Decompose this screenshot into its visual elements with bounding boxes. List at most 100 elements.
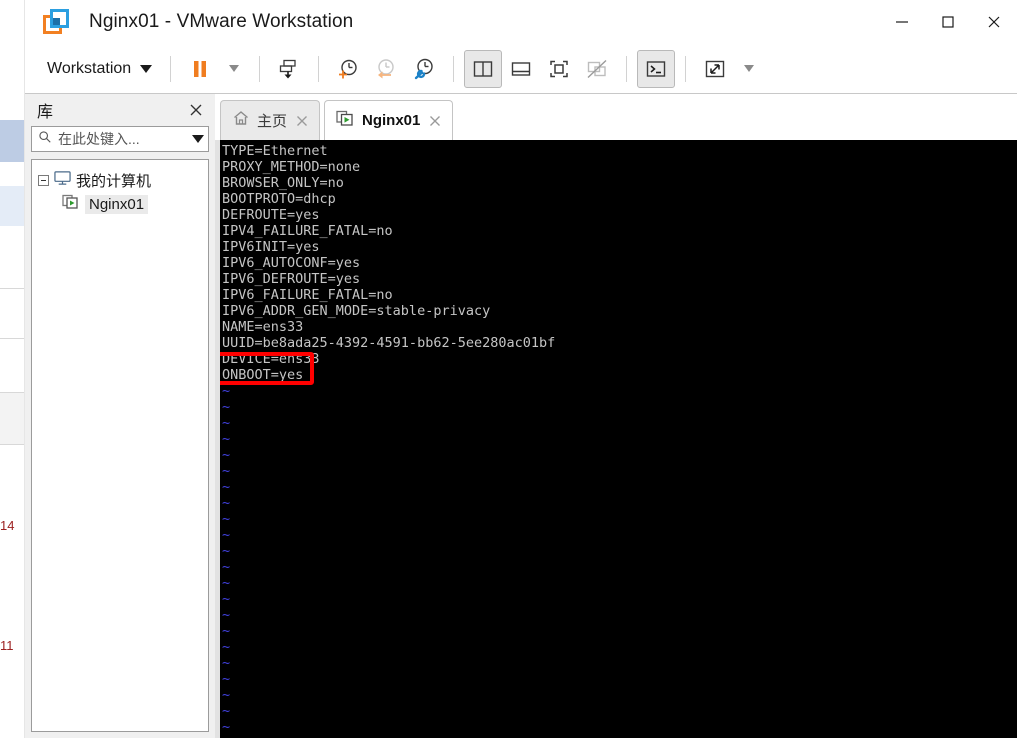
- terminal-line: UUID=be8ada25-4392-4591-bb62-5ee280ac01b…: [222, 335, 556, 351]
- power-options-button[interactable]: [270, 50, 308, 88]
- terminal-empty-line-marker: ~: [222, 511, 231, 527]
- tree-item-label: 我的计算机: [76, 172, 152, 190]
- vmware-workstation-window: Nginx01 - VMware Workstation Workstation: [24, 0, 1017, 738]
- suspend-dropdown-button[interactable]: [219, 50, 249, 88]
- workstation-menu-label: Workstation: [47, 59, 132, 77]
- terminal-empty-line-marker: ~: [222, 543, 231, 559]
- stretch-guest-button[interactable]: [696, 50, 734, 88]
- terminal-empty-line-marker: ~: [222, 591, 231, 607]
- content-area: 库 在此处键入... 我的计算机 Nginx01 主页 Nginx01 TYPE…: [25, 94, 1017, 738]
- show-thumbnails-button[interactable]: [502, 50, 540, 88]
- home-icon: [232, 109, 250, 132]
- background-red-number-2: 11: [0, 638, 14, 653]
- console-view-button[interactable]: [637, 49, 676, 88]
- background-divider: [0, 444, 24, 445]
- library-close-button[interactable]: [187, 101, 205, 119]
- page-title: Nginx01 - VMware Workstation: [89, 11, 354, 32]
- background-divider: [0, 338, 24, 339]
- terminal-empty-line-marker: ~: [222, 559, 231, 575]
- background-red-number-1: 14: [0, 518, 15, 533]
- terminal-line: NAME=ens33: [222, 319, 304, 335]
- terminal-empty-line-marker: ~: [222, 687, 231, 703]
- toolbar-separator: [318, 55, 320, 82]
- tab-nginx01[interactable]: Nginx01: [324, 100, 454, 140]
- library-header: 库: [31, 94, 209, 126]
- terminal-line: IPV6_FAILURE_FATAL=no: [222, 287, 393, 303]
- tab-close-button[interactable]: [427, 113, 442, 128]
- terminal-line: IPV6INIT=yes: [222, 239, 320, 255]
- vmware-logo-icon: [43, 9, 69, 35]
- chevron-down-icon: [140, 64, 153, 73]
- tree-item-label: Nginx01: [85, 194, 149, 214]
- stretch-dropdown-button[interactable]: [734, 50, 764, 88]
- search-input[interactable]: 在此处键入...: [31, 126, 209, 152]
- terminal-line: DEVICE=ens33: [222, 351, 320, 367]
- tree-item-my-computer[interactable]: 我的计算机: [36, 168, 204, 192]
- tab-close-button[interactable]: [294, 113, 309, 128]
- terminal-empty-line-marker: ~: [222, 431, 231, 447]
- terminal-empty-line-marker: ~: [222, 671, 231, 687]
- terminal-text: TYPE=Ethernet PROXY_METHOD=none BROWSER_ON…: [222, 143, 1017, 735]
- library-tree: 我的计算机 Nginx01: [31, 159, 209, 732]
- terminal-line: IPV4_FAILURE_FATAL=no: [222, 223, 393, 239]
- vm-pane: 主页 Nginx01 TYPE=Ethernet PROXY_METHOD=no…: [215, 94, 1017, 738]
- revert-snapshot-button[interactable]: [367, 50, 405, 88]
- terminal-empty-line-marker: ~: [222, 415, 231, 431]
- terminal-empty-line-marker: ~: [222, 607, 231, 623]
- suspend-button[interactable]: [181, 50, 219, 88]
- chevron-down-icon[interactable]: [192, 135, 204, 143]
- tab-strip: 主页 Nginx01: [215, 94, 1017, 140]
- terminal-empty-line-marker: ~: [222, 719, 231, 735]
- tab-label: Nginx01: [362, 112, 421, 129]
- fullscreen-button[interactable]: [540, 50, 578, 88]
- background-highlight-row: [0, 186, 24, 226]
- terminal-empty-line-marker: ~: [222, 447, 231, 463]
- vm-running-icon: [336, 110, 355, 132]
- workstation-menu-button[interactable]: Workstation: [39, 57, 160, 81]
- background-divider: [0, 288, 24, 289]
- snapshot-manager-button[interactable]: [405, 50, 443, 88]
- terminal-empty-line-marker: ~: [222, 639, 231, 655]
- toolbar-separator: [453, 55, 455, 82]
- background-window[interactable]: 14 11: [0, 0, 24, 738]
- toolbar-separator: [170, 55, 172, 82]
- terminal-empty-line-marker: ~: [222, 527, 231, 543]
- vm-running-icon: [62, 194, 80, 215]
- terminal-line: BROWSER_ONLY=no: [222, 175, 344, 191]
- main-toolbar: Workstation: [25, 44, 1017, 94]
- terminal-empty-line-marker: ~: [222, 463, 231, 479]
- terminal-line: PROXY_METHOD=none: [222, 159, 361, 175]
- chevron-down-small-icon: [744, 65, 755, 72]
- title-bar: Nginx01 - VMware Workstation: [25, 0, 1017, 44]
- terminal-empty-line-marker: ~: [222, 655, 231, 671]
- background-selected-row: [0, 120, 24, 162]
- collapse-expander-icon[interactable]: [38, 174, 49, 186]
- terminal-empty-line-marker: ~: [222, 575, 231, 591]
- terminal-line: TYPE=Ethernet: [222, 143, 328, 159]
- terminal-empty-line-marker: ~: [222, 399, 231, 415]
- show-library-button[interactable]: [464, 49, 503, 88]
- terminal-line: IPV6_DEFROUTE=yes: [222, 271, 361, 287]
- terminal-line: IPV6_ADDR_GEN_MODE=stable-privacy: [222, 303, 491, 319]
- toolbar-separator: [626, 55, 628, 82]
- terminal-screen[interactable]: TYPE=Ethernet PROXY_METHOD=none BROWSER_ON…: [220, 140, 1017, 738]
- toolbar-separator: [259, 55, 261, 82]
- terminal-line: DEFROUTE=yes: [222, 207, 320, 223]
- maximize-button[interactable]: [925, 0, 971, 44]
- take-snapshot-button[interactable]: [329, 50, 367, 88]
- terminal-cursor: s: [295, 367, 304, 385]
- terminal-empty-line-marker: ~: [222, 495, 231, 511]
- computer-icon: [54, 170, 71, 191]
- close-button[interactable]: [971, 0, 1017, 44]
- search-placeholder: 在此处键入...: [58, 131, 140, 147]
- toolbar-separator: [685, 55, 687, 82]
- tab-home[interactable]: 主页: [220, 100, 321, 140]
- terminal-empty-line-marker: ~: [222, 623, 231, 639]
- unity-mode-button[interactable]: [578, 50, 616, 88]
- terminal-empty-line-marker: ~: [222, 479, 231, 495]
- vm-console[interactable]: TYPE=Ethernet PROXY_METHOD=none BROWSER_ON…: [215, 140, 1017, 738]
- background-shaded-row: [0, 392, 24, 444]
- search-icon: [38, 130, 52, 149]
- tree-item-nginx01[interactable]: Nginx01: [36, 192, 204, 216]
- minimize-button[interactable]: [879, 0, 925, 44]
